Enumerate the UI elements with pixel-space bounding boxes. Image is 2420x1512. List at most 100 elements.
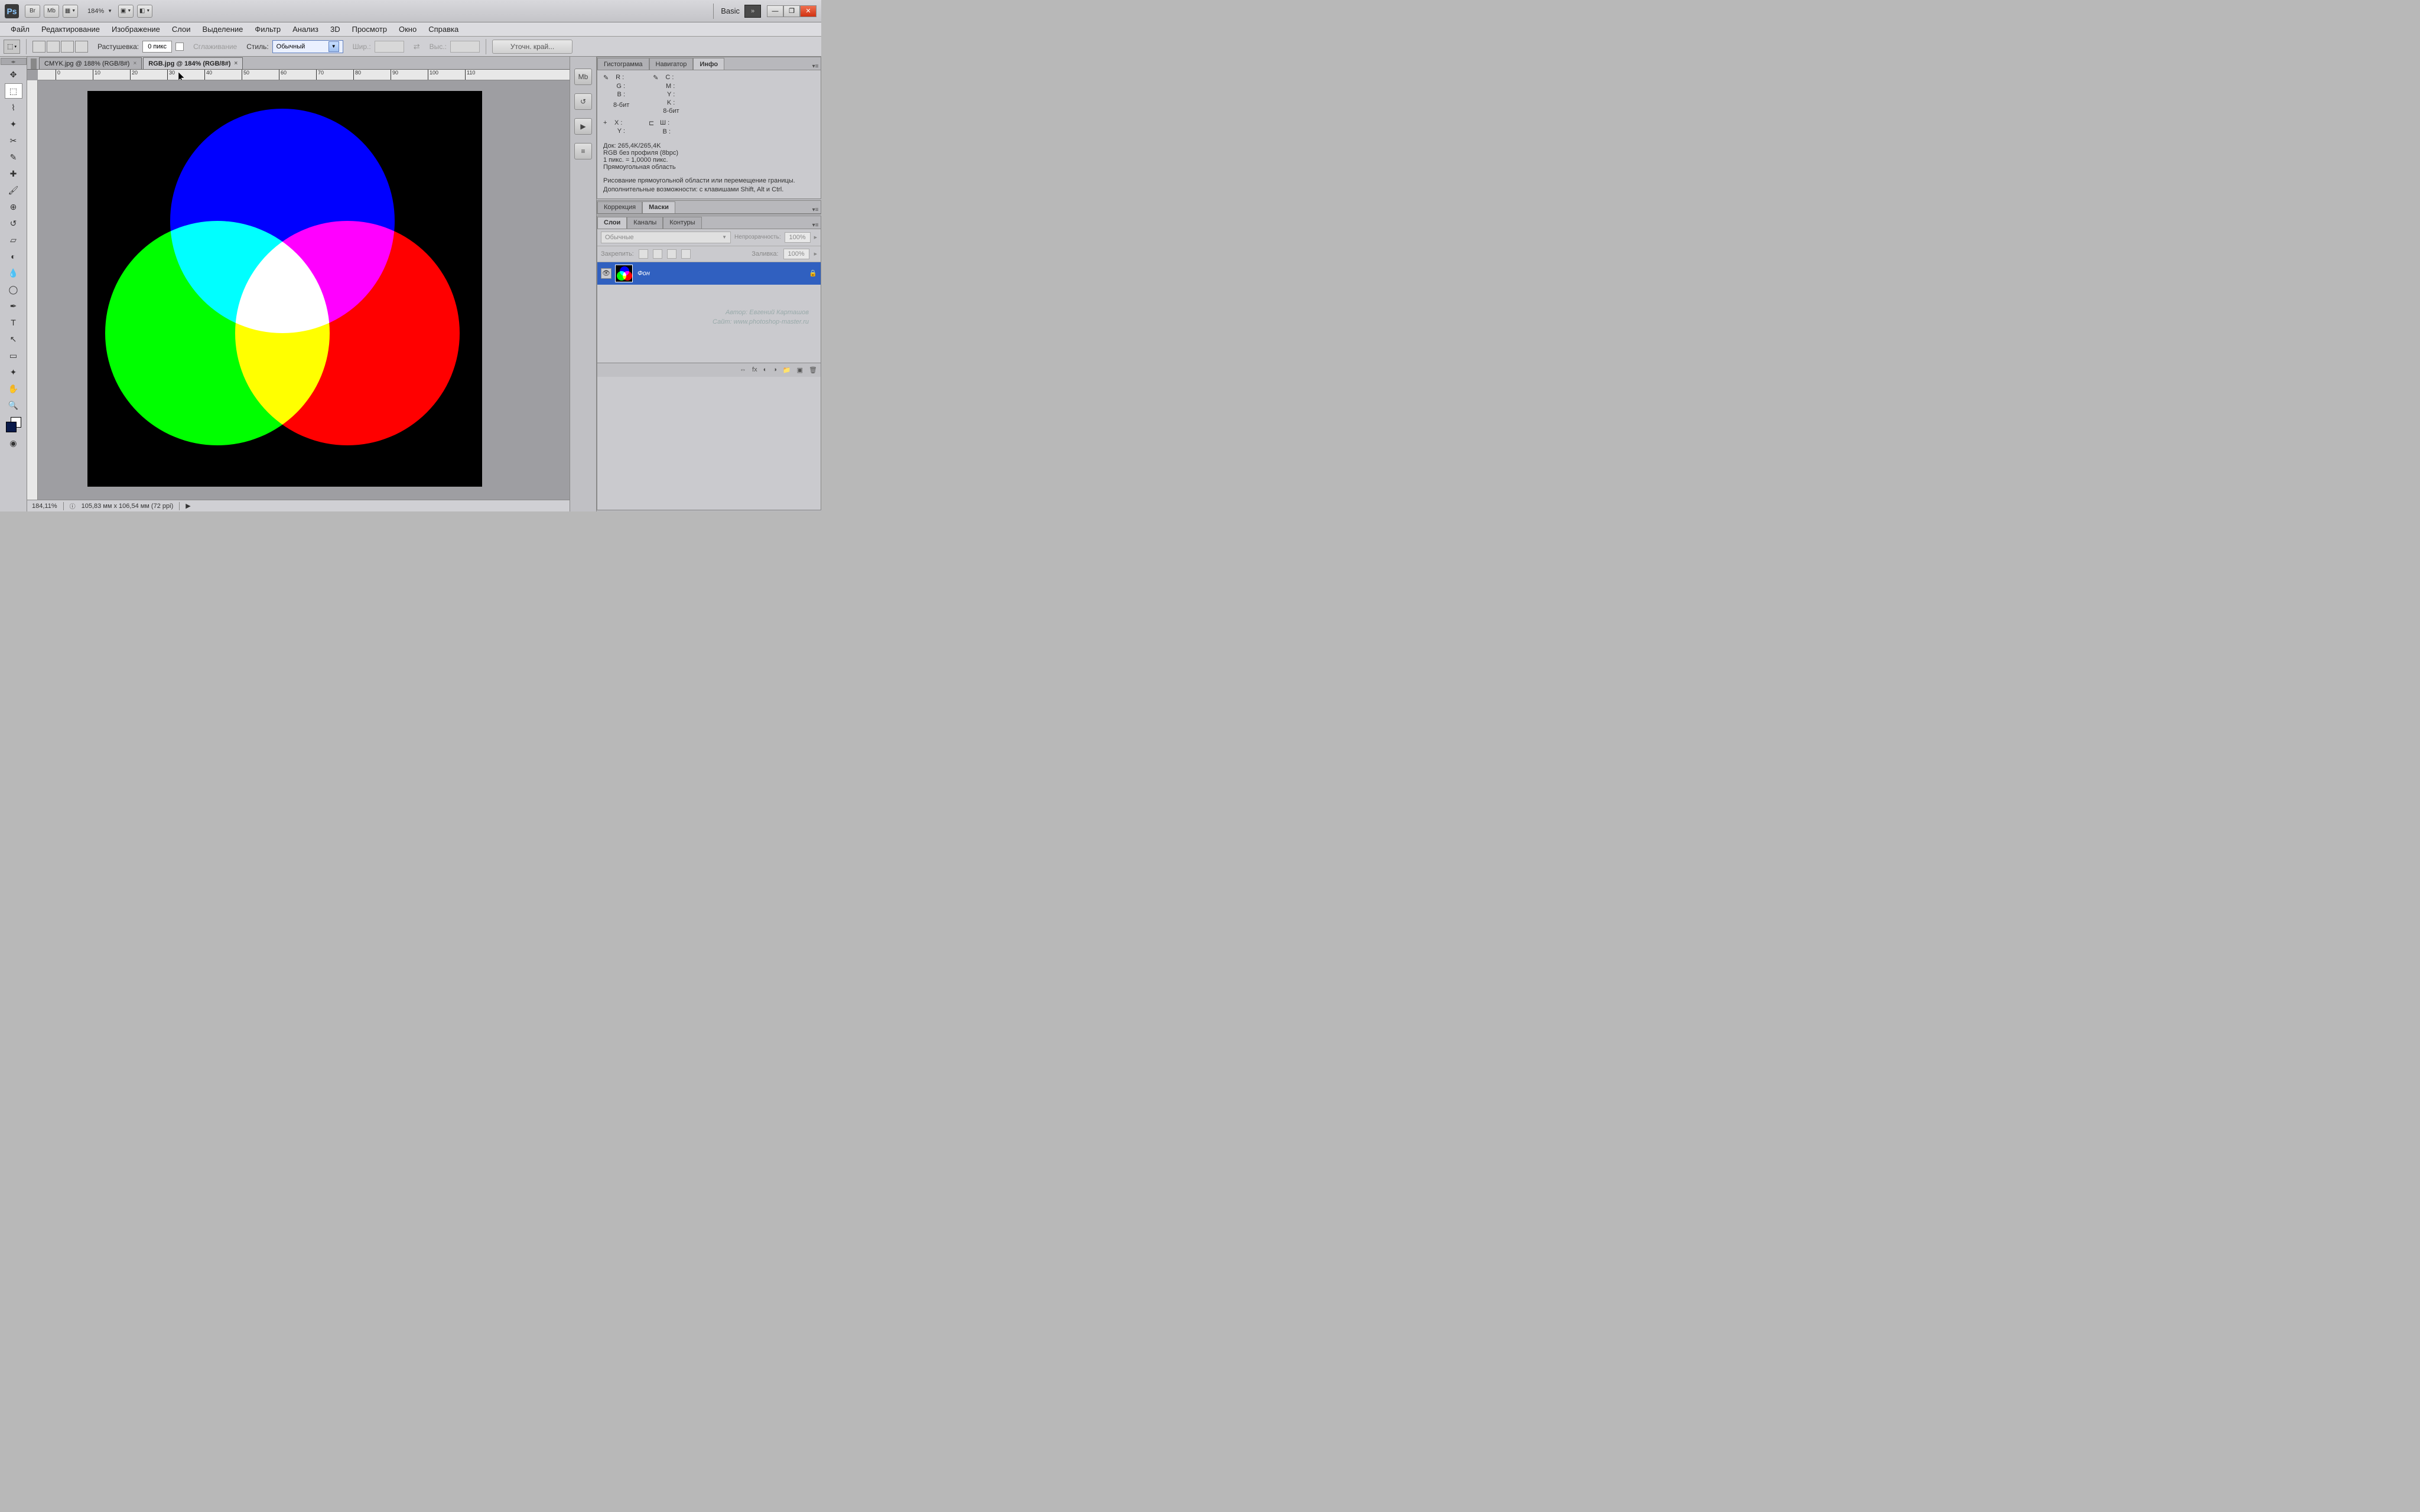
tab-correction[interactable]: Коррекция bbox=[597, 201, 642, 213]
menu-3d[interactable]: 3D bbox=[324, 23, 346, 35]
extras-button[interactable]: ◧▼ bbox=[137, 5, 152, 18]
bridge-button[interactable]: Br bbox=[25, 5, 40, 18]
panel-menu-icon[interactable]: ▾≡ bbox=[810, 222, 821, 229]
dock-icon-strip: Mb ↺ ▶ ≡ bbox=[570, 57, 597, 511]
status-info-icon[interactable]: ⓘ bbox=[70, 501, 76, 510]
menu-help[interactable]: Справка bbox=[422, 23, 464, 35]
color-swatches[interactable] bbox=[5, 417, 22, 435]
feather-input[interactable] bbox=[142, 41, 172, 53]
group-button[interactable]: 📁 bbox=[783, 366, 791, 374]
layer-style-button[interactable]: fx bbox=[752, 366, 757, 373]
minimize-button[interactable]: — bbox=[767, 5, 783, 17]
sel-new-button[interactable] bbox=[32, 41, 45, 53]
minibridge-button[interactable]: Mb bbox=[44, 5, 59, 18]
gradient-tool[interactable]: ◐ bbox=[5, 249, 22, 264]
tab-histogram[interactable]: Гистограмма bbox=[597, 58, 649, 70]
blur-tool[interactable]: 💧 bbox=[5, 265, 22, 281]
close-icon[interactable]: × bbox=[234, 60, 238, 67]
menu-analysis[interactable]: Анализ bbox=[287, 23, 324, 35]
menu-file[interactable]: Файл bbox=[5, 23, 35, 35]
brush-tool[interactable]: 🖌 bbox=[5, 183, 22, 198]
menu-window[interactable]: Окно bbox=[393, 23, 422, 35]
shape-tool[interactable]: ▭ bbox=[5, 348, 22, 363]
heal-tool[interactable]: ✚ bbox=[5, 166, 22, 181]
refine-edge-button[interactable]: Уточн. край... bbox=[492, 40, 573, 54]
workspace-switcher[interactable]: » bbox=[744, 5, 761, 18]
eyedropper-tool[interactable]: ✎ bbox=[5, 149, 22, 165]
chevron-down-icon: ▼ bbox=[328, 41, 339, 52]
menu-edit[interactable]: Редактирование bbox=[35, 23, 106, 35]
path-select-tool[interactable]: ↖ bbox=[5, 331, 22, 347]
fg-color-swatch[interactable] bbox=[6, 422, 17, 432]
menu-layers[interactable]: Слои bbox=[166, 23, 197, 35]
layer-name[interactable]: Фон bbox=[637, 270, 650, 277]
type-tool[interactable]: T bbox=[5, 315, 22, 330]
arrange-button[interactable]: ▦▼ bbox=[63, 5, 78, 18]
menu-image[interactable]: Изображение bbox=[106, 23, 166, 35]
tab-navigator[interactable]: Навигатор bbox=[649, 58, 694, 70]
sel-subtract-button[interactable] bbox=[61, 41, 74, 53]
tab-layers[interactable]: Слои bbox=[597, 217, 627, 229]
panel-menu-icon[interactable]: ▾≡ bbox=[810, 207, 821, 213]
ruler-vertical[interactable] bbox=[27, 80, 38, 500]
canvas[interactable] bbox=[87, 91, 482, 487]
history-panel-icon[interactable]: ↺ bbox=[574, 93, 592, 110]
menu-view[interactable]: Просмотр bbox=[346, 23, 393, 35]
3d-tool[interactable]: ✦ bbox=[5, 364, 22, 380]
ruler-horizontal[interactable]: 0102030405060708090100110 bbox=[38, 70, 570, 80]
layer-thumbnail[interactable] bbox=[615, 265, 633, 282]
minibridge-panel-icon[interactable]: Mb bbox=[574, 69, 592, 85]
delete-layer-button[interactable]: 🗑 bbox=[809, 366, 817, 374]
close-icon[interactable]: × bbox=[133, 60, 136, 67]
quickmask-tool[interactable]: ◉ bbox=[5, 435, 22, 451]
dimensions-icon: ⊏ bbox=[649, 119, 654, 127]
toolbox-collapse[interactable]: ◂▸ bbox=[1, 58, 27, 65]
canvas-viewport[interactable] bbox=[38, 80, 570, 500]
doc-tab-cmyk[interactable]: CMYK.jpg @ 188% (RGB/8#) × bbox=[39, 57, 142, 69]
lock-position-button[interactable] bbox=[667, 249, 676, 259]
marquee-tool[interactable]: ⬚ bbox=[5, 83, 22, 99]
move-tool[interactable]: ✥ bbox=[5, 67, 22, 82]
history-brush-tool[interactable]: ↺ bbox=[5, 216, 22, 231]
lock-all-button[interactable] bbox=[681, 249, 691, 259]
actions-panel-icon[interactable]: ▶ bbox=[574, 118, 592, 135]
lock-transparency-button[interactable] bbox=[639, 249, 648, 259]
visibility-toggle[interactable]: 👁 bbox=[601, 268, 611, 279]
hand-tool[interactable]: ✋ bbox=[5, 381, 22, 396]
sel-intersect-button[interactable] bbox=[75, 41, 88, 53]
tab-masks[interactable]: Маски bbox=[642, 201, 675, 213]
close-button[interactable]: ✕ bbox=[800, 5, 817, 17]
layer-row[interactable]: 👁 Фон 🔒 bbox=[597, 262, 821, 285]
eraser-tool[interactable]: ▱ bbox=[5, 232, 22, 247]
crop-tool[interactable]: ✂ bbox=[5, 133, 22, 148]
panel-menu-icon[interactable]: ▾≡ bbox=[810, 63, 821, 70]
zoom-dropdown[interactable]: 184% ▼ bbox=[87, 8, 112, 15]
tab-channels[interactable]: Каналы bbox=[627, 217, 663, 229]
sel-add-button[interactable] bbox=[47, 41, 60, 53]
link-layers-button[interactable]: ⇔ bbox=[740, 366, 746, 373]
style-select[interactable]: Обычный ▼ bbox=[272, 40, 343, 53]
tab-info[interactable]: Инфо bbox=[693, 58, 724, 70]
zoom-tool[interactable]: 🔍 bbox=[5, 397, 22, 413]
wand-tool[interactable]: ✦ bbox=[5, 116, 22, 132]
lasso-tool[interactable]: ⌇ bbox=[5, 100, 22, 115]
menu-filter[interactable]: Фильтр bbox=[249, 23, 287, 35]
chevron-right-icon: ▶ bbox=[814, 252, 817, 256]
presets-panel-icon[interactable]: ≡ bbox=[574, 143, 592, 159]
screenmode-button[interactable]: ▣▼ bbox=[118, 5, 134, 18]
pen-tool[interactable]: ✒ bbox=[5, 298, 22, 314]
status-arrow-icon[interactable]: ▶ bbox=[186, 502, 190, 510]
new-layer-button[interactable]: ▣ bbox=[797, 366, 803, 374]
stamp-tool[interactable]: ⊕ bbox=[5, 199, 22, 214]
lock-pixels-button[interactable] bbox=[653, 249, 662, 259]
dodge-tool[interactable]: ◯ bbox=[5, 282, 22, 297]
doc-tab-rgb[interactable]: RGB.jpg @ 184% (RGB/8#) × bbox=[143, 57, 243, 69]
maximize-button[interactable]: ❐ bbox=[783, 5, 800, 17]
current-tool-icon[interactable]: ⬚▾ bbox=[4, 40, 20, 54]
tab-paths[interactable]: Контуры bbox=[663, 217, 701, 229]
menu-select[interactable]: Выделение bbox=[197, 23, 249, 35]
status-zoom[interactable]: 184,11% bbox=[32, 503, 57, 510]
adjustment-layer-button[interactable]: ◑ bbox=[773, 366, 777, 373]
layer-mask-button[interactable]: ◐ bbox=[763, 366, 767, 373]
layer-list[interactable]: 👁 Фон 🔒 bbox=[597, 262, 821, 363]
